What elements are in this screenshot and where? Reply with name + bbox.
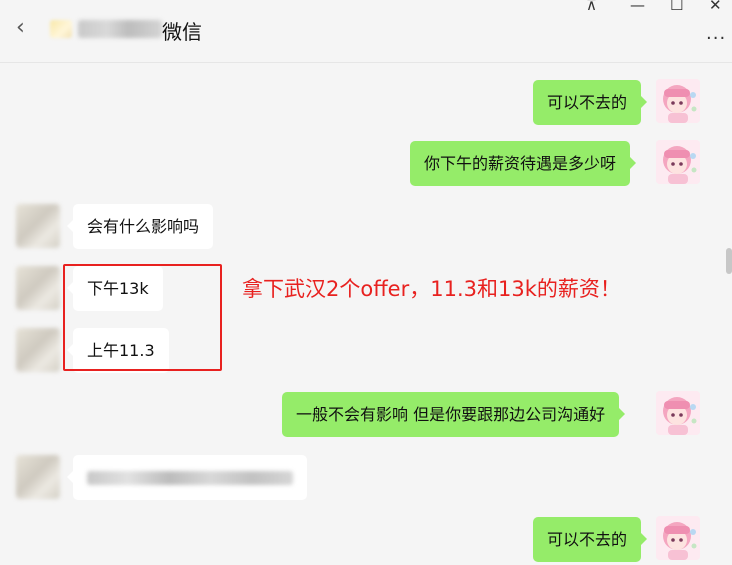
message-bubble-self[interactable]: 一般不会有影响 但是你要跟那边公司沟通好 [282, 392, 626, 437]
contact-avatar-blurred[interactable] [16, 266, 60, 310]
message-text-blurred [87, 471, 293, 485]
more-icon[interactable]: ··· [706, 28, 726, 49]
highlight-box [63, 264, 222, 371]
anime-avatar-icon [656, 79, 700, 123]
anime-avatar-icon [656, 516, 700, 560]
minimize-icon[interactable]: — [630, 0, 645, 14]
contact-avatar-blurred[interactable] [16, 455, 60, 499]
contact-avatar-blurred[interactable] [16, 204, 60, 248]
message-bubble-other[interactable]: 会有什么影响吗 [66, 204, 214, 249]
message-bubble-self[interactable]: 可以不去的 [533, 80, 648, 125]
self-avatar[interactable] [656, 140, 700, 184]
chat-title-suffix: 微信 [162, 20, 202, 44]
chat-header: ‹ 微信 ⊼ — ☐ ✕ ··· [0, 0, 732, 63]
anime-avatar-icon [656, 140, 700, 184]
annotation-text: 拿下武汉2个offer，11.3和13k的薪资！ [242, 277, 621, 301]
contact-emoji-blurred [50, 20, 72, 38]
message-bubble-self[interactable]: 可以不去的 [533, 517, 648, 562]
maximize-icon[interactable]: ☐ [670, 0, 683, 14]
scrollbar-thumb[interactable] [726, 248, 732, 274]
message-bubble-self[interactable]: 你下午的薪资待遇是多少呀 [410, 141, 637, 186]
close-icon[interactable]: ✕ [709, 0, 722, 14]
contact-name-blurred [78, 20, 162, 38]
self-avatar[interactable] [656, 516, 700, 560]
contact-avatar-blurred[interactable] [16, 328, 60, 372]
self-avatar[interactable] [656, 391, 700, 435]
back-icon[interactable]: ‹ [16, 16, 36, 40]
pin-icon[interactable]: ⊼ [586, 0, 597, 14]
anime-avatar-icon [656, 391, 700, 435]
self-avatar[interactable] [656, 79, 700, 123]
message-bubble-other-blurred[interactable] [67, 455, 307, 500]
